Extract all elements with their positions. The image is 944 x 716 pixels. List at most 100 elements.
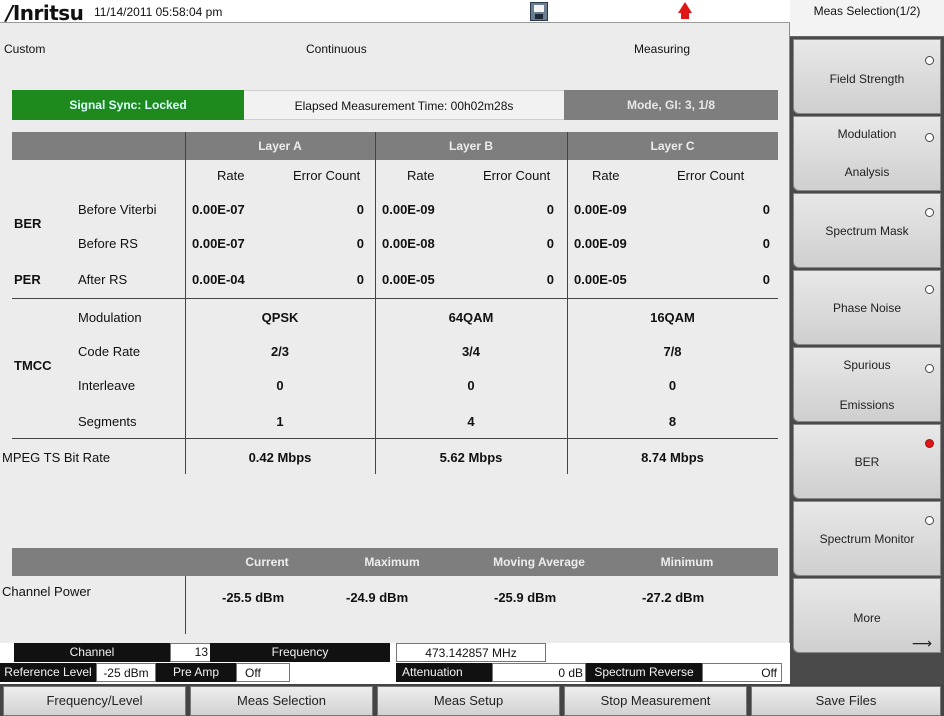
- layer-a-rate: 0.00E-07: [192, 202, 245, 217]
- brand-logo: /Inritsu: [6, 1, 84, 25]
- spectrum-mask-button[interactable]: Spectrum Mask: [793, 193, 941, 268]
- layer-c-error-header: Error Count: [677, 168, 745, 183]
- frequency-label: Frequency: [210, 643, 390, 662]
- layer-c-rate: 0.00E-09: [574, 202, 627, 217]
- channel-power-maximum: -24.9 dBm: [346, 590, 409, 605]
- ber-button[interactable]: BER: [793, 424, 941, 499]
- layer-c-error: 0: [762, 202, 770, 217]
- layer-header-row: Layer A Layer B Layer C: [12, 132, 778, 160]
- arrow-right-icon: ⟶: [911, 635, 932, 651]
- layer-b-error: 0: [546, 272, 554, 287]
- layer-c-bitrate: 8.74 Mbps: [641, 450, 704, 465]
- layer-b-rate: 0.00E-05: [382, 272, 435, 287]
- frequency-level-button[interactable]: Frequency/Level: [3, 686, 186, 716]
- stop-measurement-button[interactable]: Stop Measurement: [564, 686, 747, 716]
- layer-c-error: 0: [762, 272, 770, 287]
- reference-level-label: Reference Level: [0, 663, 96, 682]
- reference-level-value: -25 dBm: [96, 663, 156, 682]
- tmcc-row-label: Modulation: [78, 310, 142, 325]
- layer-b-interleave: 0: [467, 378, 475, 393]
- layer-a-error: 0: [356, 236, 364, 251]
- tmcc-label: TMCC: [14, 358, 52, 373]
- channel-power-minimum: -27.2 dBm: [642, 590, 705, 605]
- spurious-emissions-button[interactable]: Spurious Emissions: [793, 347, 941, 422]
- field-strength-button[interactable]: Field Strength: [793, 39, 941, 114]
- row-label: Before Viterbi: [78, 202, 157, 217]
- channel-power-header: Current Maximum Moving Average Minimum: [12, 548, 778, 576]
- per-label: PER: [14, 272, 41, 287]
- layer-b-rate: 0.00E-08: [382, 236, 435, 251]
- layer-c-code-rate: 7/8: [663, 344, 682, 359]
- layer-c-interleave: 0: [668, 378, 677, 393]
- channel-power-moving-average: -25.9 dBm: [494, 590, 557, 605]
- layer-a-error: 0: [356, 202, 364, 217]
- mpeg-bitrate-label: MPEG TS Bit Rate: [2, 450, 111, 465]
- moving-average-header: Moving Average: [493, 555, 585, 569]
- layer-b-rate: 0.00E-09: [382, 202, 435, 217]
- more-button[interactable]: More ⟶: [793, 578, 941, 653]
- measure-status-label: Measuring: [634, 42, 691, 56]
- softkey-panel: Meas Selection(1/2) Field Strength Modul…: [790, 0, 944, 684]
- channel-power-current: -25.5 dBm: [222, 590, 285, 605]
- spectrum-monitor-button[interactable]: Spectrum Monitor: [793, 501, 941, 576]
- layer-c-rate: 0.00E-09: [574, 236, 627, 251]
- channel-number: 13: [194, 645, 208, 659]
- layer-c-modulation: 16QAM: [650, 310, 695, 325]
- layer-b-error: 0: [546, 236, 554, 251]
- meas-setup-button[interactable]: Meas Setup: [377, 686, 560, 716]
- layer-a-error: 0: [356, 272, 364, 287]
- attenuation-value: 0 dB: [492, 663, 586, 682]
- layer-b-modulation: 64QAM: [448, 310, 494, 325]
- radio-indicator-icon: [925, 56, 934, 65]
- layer-c-header: Layer C: [650, 139, 695, 153]
- attenuation-label: Attenuation: [396, 663, 492, 682]
- pre-amp-value: Off: [236, 663, 290, 682]
- layer-b-error: 0: [546, 202, 554, 217]
- layer-a-code-rate: 2/3: [270, 344, 290, 359]
- signal-sync-badge: Signal Sync: Locked: [12, 90, 244, 120]
- layer-a-rate-header: Rate: [217, 168, 245, 183]
- layer-a-rate: 0.00E-04: [192, 272, 245, 287]
- minimum-header: Minimum: [660, 555, 714, 569]
- row-label: After RS: [78, 272, 128, 287]
- layer-c-segments: 8: [668, 414, 677, 429]
- layer-a-rate: 0.00E-07: [192, 236, 245, 251]
- header-bar: /Inritsu 11/14/2011 05:58:04 pm: [0, 0, 790, 25]
- modulation-analysis-button[interactable]: Modulation Analysis: [793, 116, 941, 191]
- layer-c-error: 0: [762, 236, 770, 251]
- measurement-display: /Inritsu 11/14/2011 05:58:04 pm Custom C…: [0, 0, 790, 684]
- layer-a-header: Layer A: [258, 139, 302, 153]
- phase-noise-button[interactable]: Phase Noise: [793, 270, 941, 345]
- layer-a-segments: 1: [276, 414, 284, 429]
- layer-a-interleave: 0: [276, 378, 284, 393]
- current-header: Current: [245, 555, 289, 569]
- row-label: Before RS: [78, 236, 138, 251]
- spectrum-reverse-value: Off: [702, 663, 782, 682]
- elapsed-time: Elapsed Measurement Time: 00h02m28s: [244, 90, 564, 120]
- meas-selection-button[interactable]: Meas Selection: [190, 686, 373, 716]
- radio-indicator-icon: [925, 285, 934, 294]
- summary-strip: Signal Sync: Locked Elapsed Measurement …: [12, 90, 778, 120]
- status-row: Custom Continuous Measuring: [0, 42, 790, 60]
- frequency-value: 473.142857 MHz: [396, 643, 546, 662]
- save-disk-icon: [530, 2, 548, 21]
- ber-label: BER: [14, 216, 42, 231]
- layer-b-bitrate: 5.62 Mbps: [439, 450, 503, 465]
- save-files-button[interactable]: Save Files: [751, 686, 941, 716]
- parameter-info-bar: Channel 13 Frequency 473.142857 MHz Refe…: [0, 643, 790, 684]
- layer-b-code-rate: 3/4: [461, 344, 481, 359]
- layer-b-rate-header: Rate: [407, 168, 435, 183]
- layer-a-error-header: Error Count: [293, 168, 361, 183]
- spectrum-reverse-label: Spectrum Reverse: [586, 663, 702, 682]
- radio-indicator-icon: [925, 516, 934, 525]
- softkey-menu-title: Meas Selection(1/2): [790, 0, 944, 37]
- selected-radio-icon: [925, 439, 934, 448]
- preset-label: Custom: [4, 42, 46, 56]
- tmcc-row-label: Interleave: [78, 378, 136, 393]
- channel-label: Channel: [14, 643, 170, 662]
- layer-b-segments: 4: [467, 414, 475, 429]
- radio-indicator-icon: [925, 208, 934, 217]
- timestamp: 11/14/2011 05:58:04 pm: [94, 5, 223, 19]
- function-key-bar: Frequency/Level Meas Selection Meas Setu…: [0, 684, 944, 716]
- results-table: Layer A Layer B Layer C Rate Error Count…: [2, 132, 778, 474]
